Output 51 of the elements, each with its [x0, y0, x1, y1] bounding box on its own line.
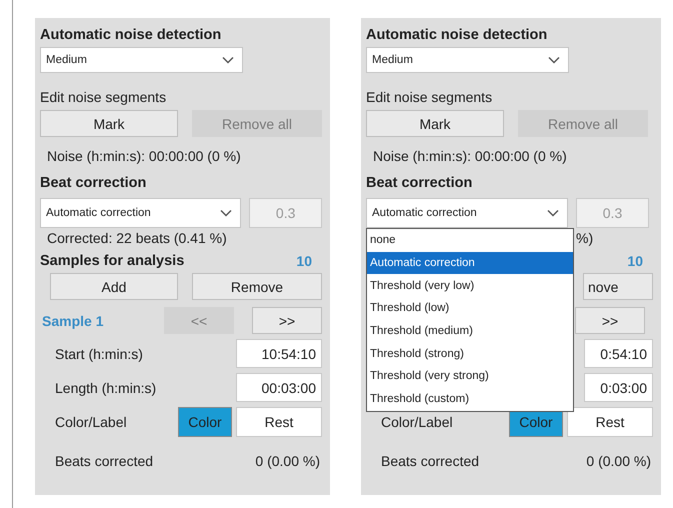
chevron-down-icon: [548, 56, 560, 64]
corrected-readout: %): [576, 229, 594, 247]
noise-level-dropdown[interactable]: Medium: [40, 47, 243, 73]
correction-dropdown[interactable]: Automatic correction: [40, 198, 242, 228]
field-label: Length (h:min:s): [54, 380, 156, 396]
segment-button[interactable]: Mark: [40, 110, 178, 137]
color-button[interactable]: Color: [178, 407, 232, 437]
corrected-readout: Corrected: 22 beats (0.41 %): [47, 229, 227, 247]
field-label: Color/Label: [380, 414, 454, 430]
time-field[interactable]: 0:03:00: [584, 373, 653, 402]
time-field[interactable]: 10:54:10: [236, 339, 322, 368]
field-label: Color/Label: [54, 414, 128, 430]
dropdown-option[interactable]: Threshold (low): [367, 297, 573, 320]
chevron-down-icon: [220, 209, 232, 217]
sample-button[interactable]: Add: [50, 273, 178, 300]
section-title: Samples for analysis: [40, 252, 184, 270]
noise-readout: Noise (h:min:s): 00:00:00 (0 %): [372, 147, 568, 165]
dropdown-option[interactable]: Threshold (medium): [367, 320, 573, 342]
field-label: Start (h:min:s): [54, 346, 143, 362]
section-title: Automatic noise detection: [366, 26, 548, 44]
sample-button[interactable]: nove: [583, 273, 653, 300]
label-field[interactable]: Rest: [567, 407, 653, 437]
beats-corrected-value: 0 (0.00 %): [255, 453, 321, 469]
section-label: Edit noise segments: [40, 88, 168, 106]
noise-level-dropdown[interactable]: Medium: [366, 47, 569, 73]
label-field[interactable]: Rest: [236, 407, 322, 437]
beats-corrected-value: 0 (0.00 %): [586, 453, 652, 469]
segment-button[interactable]: Mark: [366, 110, 504, 137]
time-field[interactable]: 0:54:10: [584, 339, 653, 368]
field-label: Beats corrected: [380, 453, 480, 469]
chevron-down-icon: [222, 56, 234, 64]
dropdown-option[interactable]: Threshold (very strong): [367, 365, 573, 388]
sample-button[interactable]: Remove: [192, 273, 322, 300]
noise-readout: Noise (h:min:s): 00:00:00 (0 %): [46, 147, 242, 165]
nav-button[interactable]: >>: [575, 307, 645, 334]
nav-button[interactable]: >>: [252, 307, 322, 334]
chevron-down-icon: [547, 209, 559, 217]
section-title: Beat correction: [40, 174, 148, 192]
time-field[interactable]: 00:03:00: [236, 373, 322, 402]
section-title: Automatic noise detection: [40, 26, 222, 44]
dropdown-option[interactable]: none: [367, 229, 573, 252]
section-label: Edit noise segments: [366, 88, 494, 106]
correction-dropdown[interactable]: Automatic correction: [366, 198, 568, 228]
sample-count: 10: [627, 253, 643, 269]
section-title: Beat correction: [366, 174, 474, 192]
field-label: Beats corrected: [54, 453, 154, 469]
sample-count: 10: [296, 253, 312, 269]
sample-label: Sample 1: [41, 312, 104, 328]
dropdown-option[interactable]: Threshold (very low): [367, 274, 573, 298]
dropdown-option[interactable]: Automatic correction: [367, 252, 573, 274]
dropdown-option[interactable]: Threshold (strong): [367, 342, 573, 366]
